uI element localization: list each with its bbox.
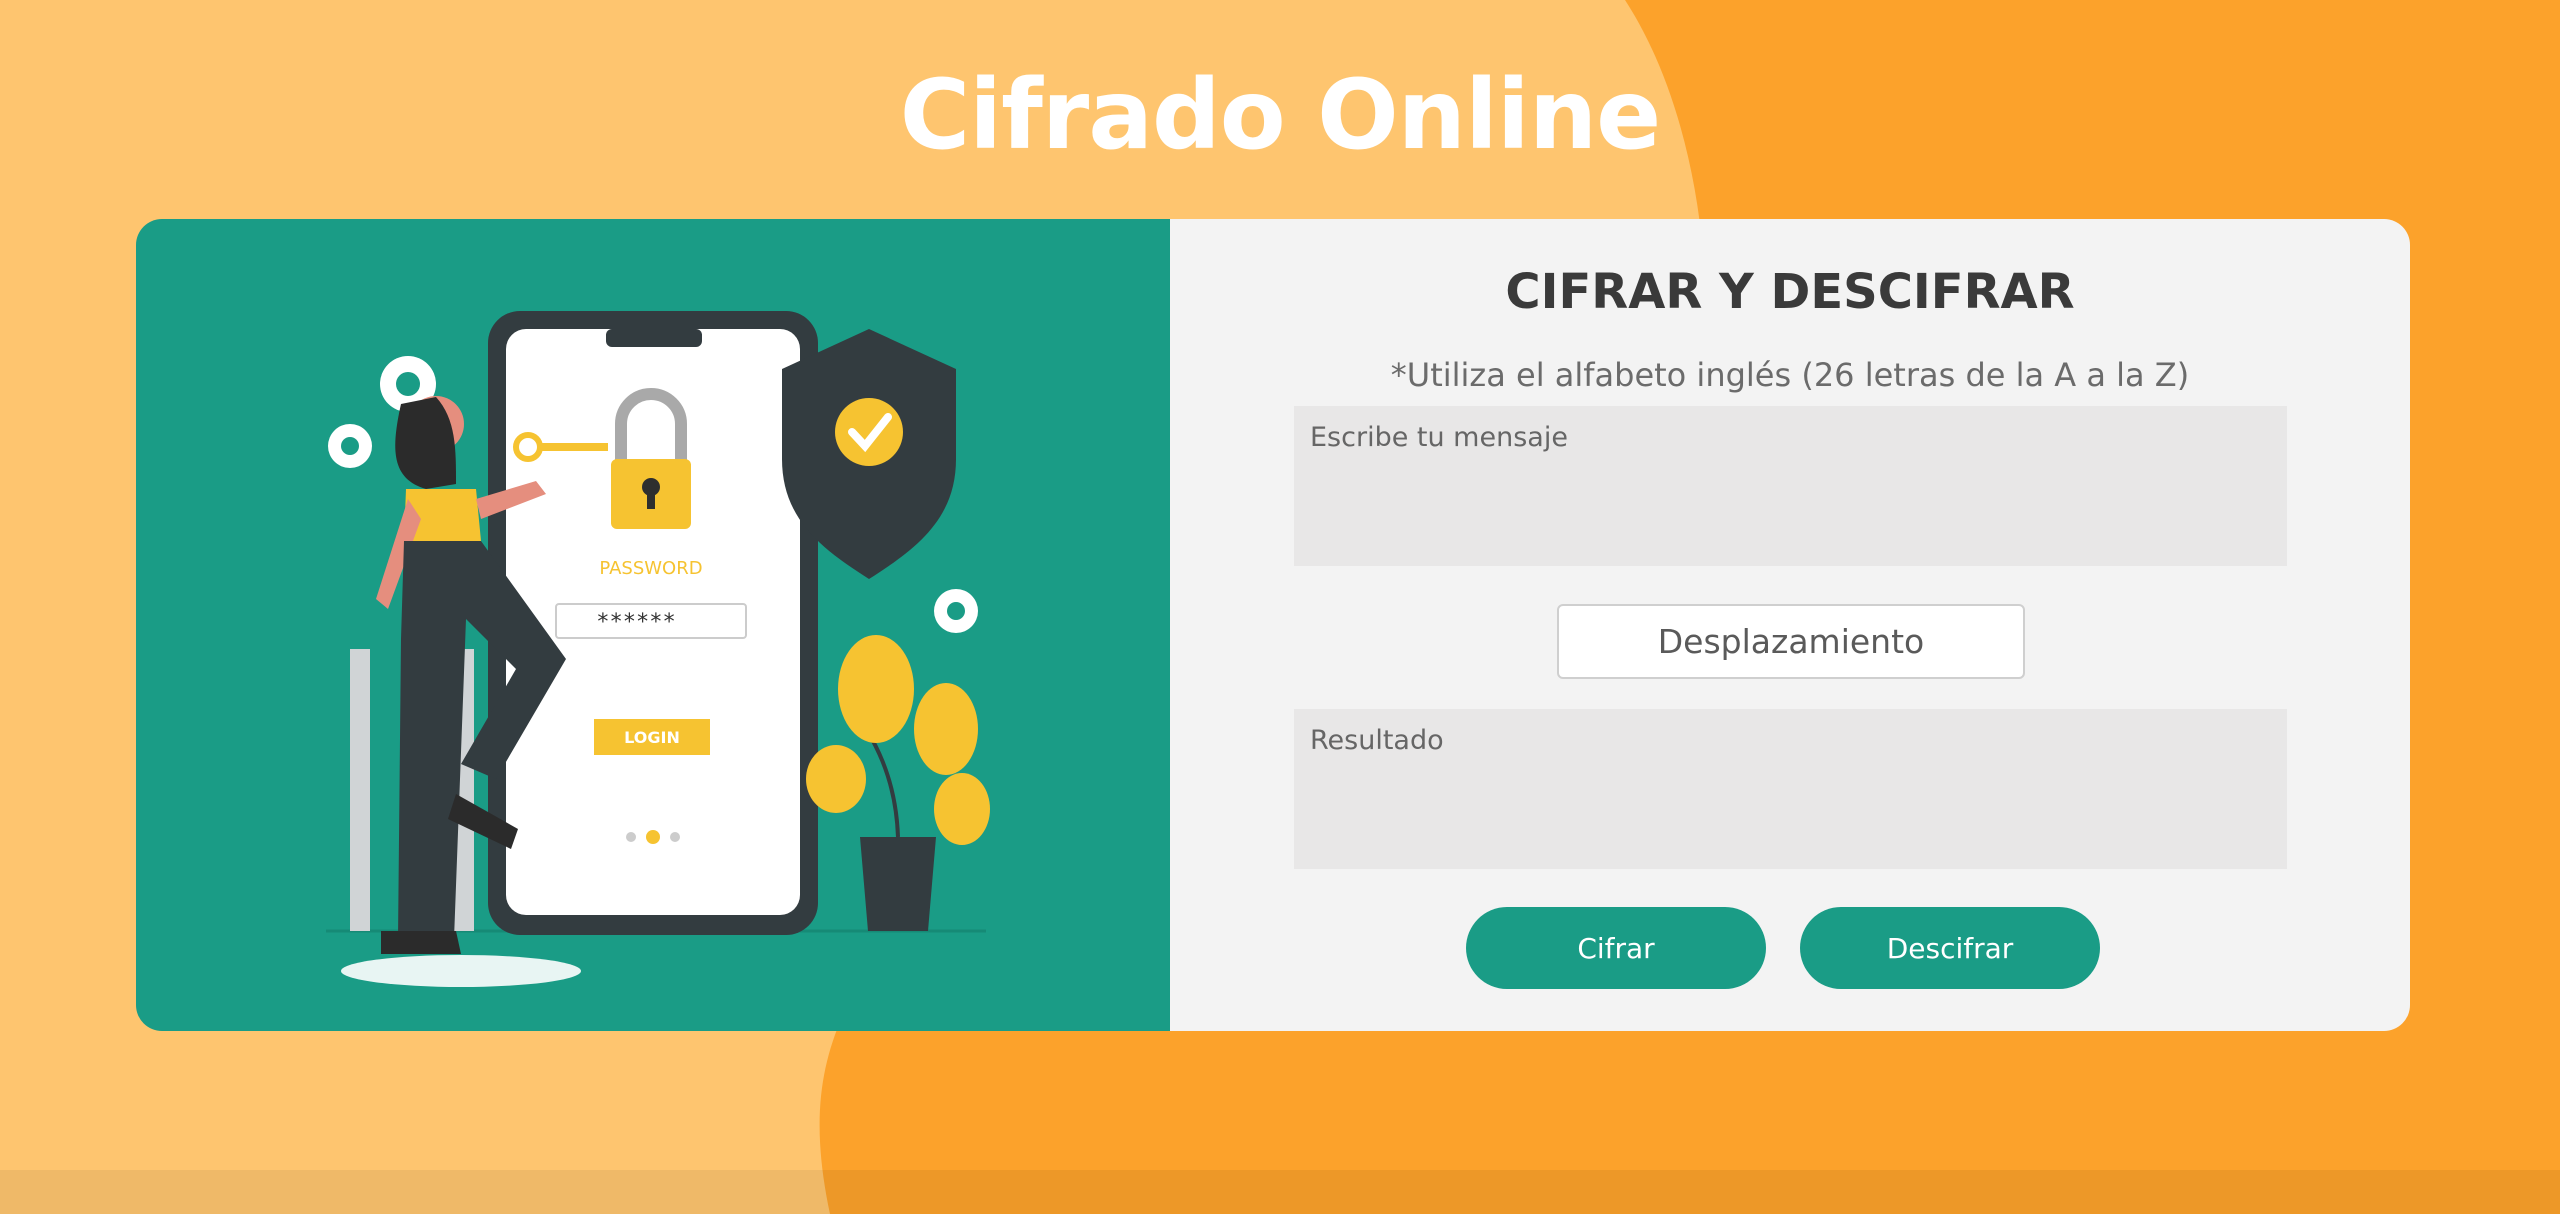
svg-text:******: ****** bbox=[596, 610, 675, 635]
shift-input[interactable] bbox=[1557, 604, 2025, 679]
alphabet-note: *Utiliza el alfabeto inglés (26 letras d… bbox=[1390, 356, 2190, 394]
form-title: CIFRAR Y DESCIFRAR bbox=[1505, 264, 2075, 320]
svg-text:LOGIN: LOGIN bbox=[624, 728, 680, 747]
page-title: Cifrado Online bbox=[899, 59, 1662, 171]
encrypt-button[interactable]: Cifrar bbox=[1466, 907, 1766, 989]
security-illustration: PASSWORD ****** LOGIN bbox=[326, 311, 990, 987]
security-illustration-panel: PASSWORD ****** LOGIN bbox=[136, 219, 1170, 1031]
svg-text:PASSWORD: PASSWORD bbox=[599, 558, 702, 579]
decrypt-button[interactable]: Descifrar bbox=[1800, 907, 2100, 989]
cipher-form-panel: CIFRAR Y DESCIFRAR *Utiliza el alfabeto … bbox=[1170, 219, 2410, 1031]
message-input[interactable] bbox=[1294, 406, 2287, 566]
main-card: PASSWORD ****** LOGIN CIFRAR Y DESCIFRAR… bbox=[136, 219, 2410, 1031]
result-output[interactable] bbox=[1294, 709, 2287, 869]
